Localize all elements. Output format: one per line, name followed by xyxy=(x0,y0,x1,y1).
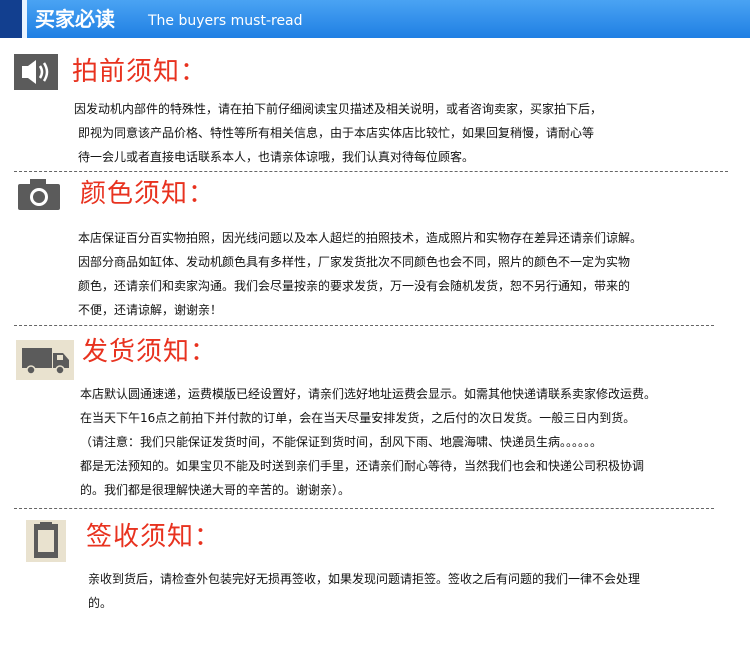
camera-icon xyxy=(16,176,62,212)
paragraph-line: 不便，还请谅解，谢谢亲！ xyxy=(78,303,223,317)
document-icon xyxy=(26,520,66,562)
section-divider xyxy=(14,171,728,172)
header-title-chinese: 买家必读 xyxy=(35,7,115,31)
section-title: 发货须知： xyxy=(82,337,218,367)
section-divider xyxy=(14,508,714,509)
paragraph-line: （请注意：我们只能保证发货时间，不能保证到货时间，刮风下雨、地震海啸、快递员生病… xyxy=(80,435,603,449)
header-accent-stripe-light xyxy=(22,0,27,38)
paragraph-line: 亲收到货后，请检查外包装完好无损再签收，如果发现问题请拒签。签收之后有问题的我们… xyxy=(88,572,641,586)
paragraph-line: 因发动机内部件的特殊性，请在拍下前仔细阅读宝贝描述及相关说明，或者咨询卖家，买家… xyxy=(74,102,603,116)
paragraph-line: 都是无法预知的。如果宝贝不能及时送到亲们手里，还请亲们耐心等待，当然我们也会和快… xyxy=(80,459,645,473)
section-title: 颜色须知： xyxy=(80,179,216,209)
section-divider xyxy=(14,325,714,326)
section-title: 拍前须知： xyxy=(72,57,208,87)
paragraph-line: 本店默认圆通速递，运费模版已经设置好，请亲们选好地址运费会显示。如需其他快递请联… xyxy=(80,387,657,401)
paragraph-line: 的。我们都是很理解快递大哥的辛苦的。谢谢亲）。 xyxy=(80,483,351,497)
paragraph-line: 在当天下午16点之前拍下并付款的订单，会在当天尽量安排发货，之后付的次日发货。一… xyxy=(80,411,636,425)
header-bar: 买家必读 The buyers must-read xyxy=(0,0,750,38)
header-title-english: The buyers must-read xyxy=(148,13,303,29)
paragraph-line: 待一会儿或者直接电话联系本人，也请亲体谅哦，我们认真对待每位顾客。 xyxy=(78,150,475,164)
header-accent-stripe xyxy=(0,0,22,38)
truck-icon xyxy=(16,340,74,380)
paragraph-line: 即视为同意该产品价格、特性等所有相关信息，由于本店实体店比较忙，如果回复稍慢，请… xyxy=(78,126,595,140)
section-title: 签收须知： xyxy=(86,522,222,552)
paragraph-line: 本店保证百分百实物拍照，因光线问题以及本人超烂的拍照技术，造成照片和实物存在差异… xyxy=(78,231,643,245)
paragraph-line: 因部分商品如缸体、发动机颜色具有多样性，厂家发货批次不同颜色也会不同，照片的颜色… xyxy=(78,255,631,269)
paragraph-line: 颜色，还请亲们和卖家沟通。我们会尽量按亲的要求发货，万一没有会随机发货，恕不另行… xyxy=(78,279,631,293)
paragraph-line: 的。 xyxy=(88,596,113,610)
speaker-icon xyxy=(14,54,58,90)
